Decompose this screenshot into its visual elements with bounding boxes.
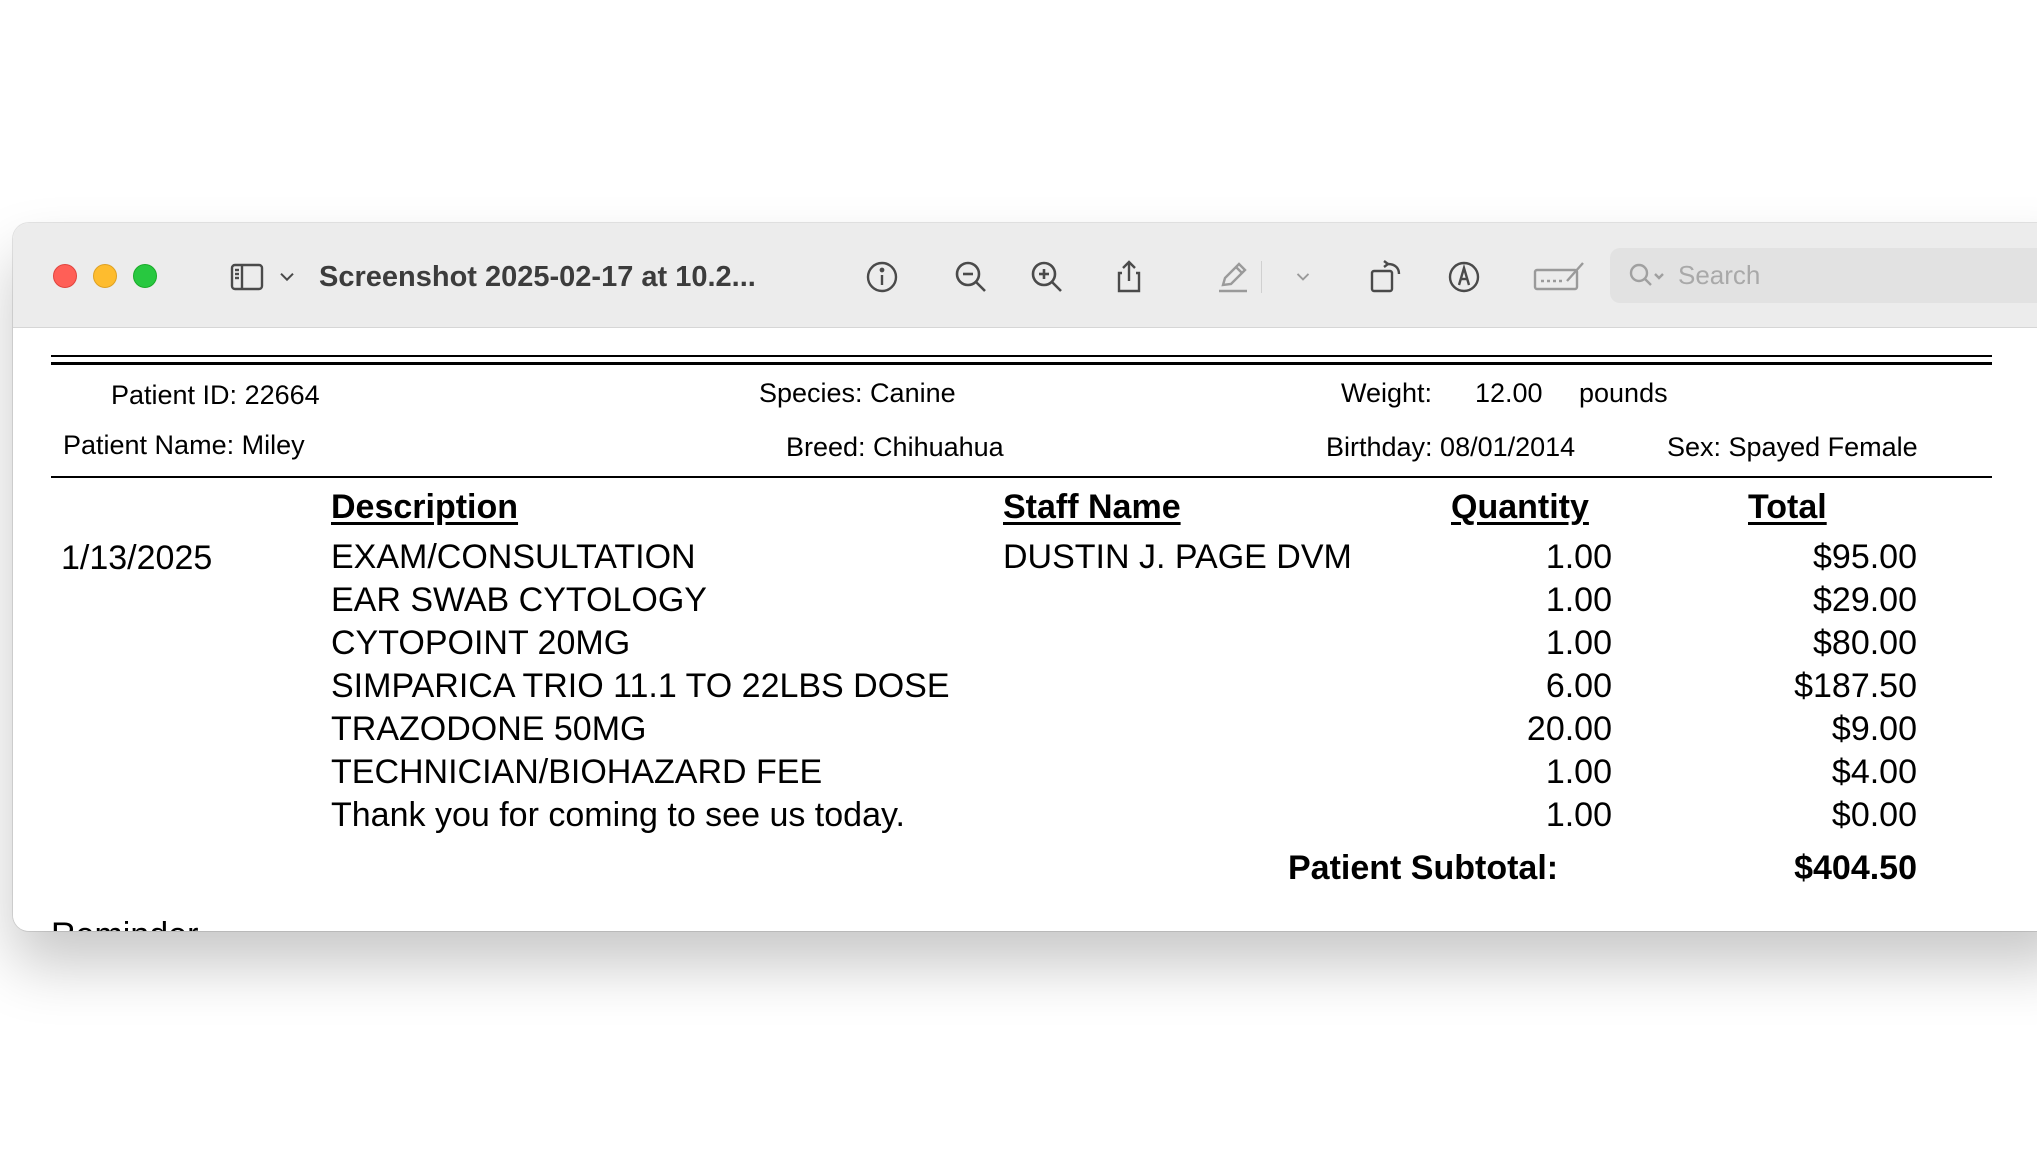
item-quantity: 1.00: [1545, 796, 1612, 834]
zoom-out-icon: [955, 261, 986, 292]
search-field[interactable]: [1610, 248, 2037, 303]
item-description: CYTOPOINT 20MG: [331, 624, 631, 662]
sidebar-toggle-button[interactable]: [227, 257, 267, 297]
header-divider: [51, 476, 1992, 478]
highlight-pen-icon: [1219, 262, 1247, 293]
toolbar-separator: [1261, 261, 1262, 293]
chevron-down-icon: [1296, 273, 1310, 281]
view-menu-button[interactable]: [273, 257, 301, 297]
column-quantity: Quantity: [1451, 488, 1589, 526]
minimize-button[interactable]: [93, 264, 117, 288]
item-total: $4.00: [1831, 753, 1917, 791]
highlight-menu-button[interactable]: [1289, 257, 1317, 297]
share-icon: [1117, 260, 1141, 293]
column-staff: Staff Name: [1003, 488, 1181, 526]
item-quantity: 1.00: [1545, 538, 1612, 576]
breed: Breed: Chihuahua: [786, 432, 1004, 462]
sidebar-icon: [230, 263, 264, 291]
item-total: $9.00: [1831, 710, 1917, 748]
item-total: $0.00: [1831, 796, 1917, 834]
info-icon: [866, 261, 898, 293]
markup-button[interactable]: [1444, 257, 1484, 297]
zoom-in-icon: [1031, 261, 1062, 292]
double-rule-top: [51, 355, 1992, 357]
item-total: $80.00: [1813, 624, 1917, 662]
item-quantity: 20.00: [1526, 710, 1612, 748]
markup-icon: [1448, 261, 1480, 293]
window-title: Screenshot 2025-02-17 at 10.2...: [319, 261, 756, 293]
species: Species: Canine: [759, 378, 956, 408]
item-quantity: 6.00: [1545, 667, 1612, 705]
item-description: SIMPARICA TRIO 11.1 TO 22LBS DOSE: [331, 667, 950, 705]
preview-window: Screenshot 2025-02-17 at 10.2... Search …: [13, 223, 2037, 931]
signature-button[interactable]: [1531, 257, 1587, 297]
zoom-out-button[interactable]: [951, 257, 991, 297]
item-description: EXAM/CONSULTATION: [331, 538, 696, 576]
item-total: $95.00: [1813, 538, 1917, 576]
invoice-date: 1/13/2025: [61, 539, 213, 577]
staff-name: DUSTIN J. PAGE DVM: [1003, 538, 1352, 576]
double-rule-bottom: [51, 362, 1992, 365]
weight-value: 12.00: [1475, 378, 1543, 408]
subtotal-label: Patient Subtotal:: [1288, 849, 1559, 887]
rotate-button[interactable]: [1366, 257, 1406, 297]
item-quantity: 1.00: [1545, 581, 1612, 619]
item-description: EAR SWAB CYTOLOGY: [331, 581, 707, 619]
maximize-button[interactable]: [133, 264, 157, 288]
close-button[interactable]: [53, 264, 77, 288]
column-total: Total: [1748, 488, 1827, 526]
weight-unit: pounds: [1579, 378, 1668, 408]
search-input[interactable]: [1678, 248, 2037, 303]
item-quantity: 1.00: [1545, 753, 1612, 791]
item-quantity: 1.00: [1545, 624, 1612, 662]
item-description: TRAZODONE 50MG: [331, 710, 647, 748]
subtotal-value: $404.50: [1794, 849, 1917, 887]
column-description: Description: [331, 488, 519, 526]
signature-icon: [1533, 262, 1584, 291]
patient-id: Patient ID: 22664: [111, 380, 320, 410]
search-icon: [1629, 263, 1664, 286]
weight-label: Weight:: [1341, 378, 1433, 408]
item-description: Thank you for coming to see us today.: [331, 796, 905, 834]
chevron-down-icon: [280, 272, 294, 282]
title-bar: Screenshot 2025-02-17 at 10.2...: [13, 223, 2037, 328]
patient-name: Patient Name: Miley: [63, 430, 305, 460]
document-view: Patient ID: 22664 Species: Canine Weight…: [13, 328, 2037, 931]
item-total: $187.50: [1794, 667, 1917, 705]
share-button[interactable]: [1109, 257, 1149, 297]
info-button[interactable]: [862, 257, 902, 297]
reminder-heading: Reminder: [51, 916, 198, 931]
item-total: $29.00: [1813, 581, 1917, 619]
sex: Sex: Spayed Female: [1667, 432, 1918, 462]
rotate-icon: [1370, 260, 1401, 293]
item-description: TECHNICIAN/BIOHAZARD FEE: [331, 753, 823, 791]
zoom-in-button[interactable]: [1027, 257, 1067, 297]
highlight-button[interactable]: [1213, 257, 1253, 297]
birthday: Birthday: 08/01/2014: [1326, 432, 1576, 462]
